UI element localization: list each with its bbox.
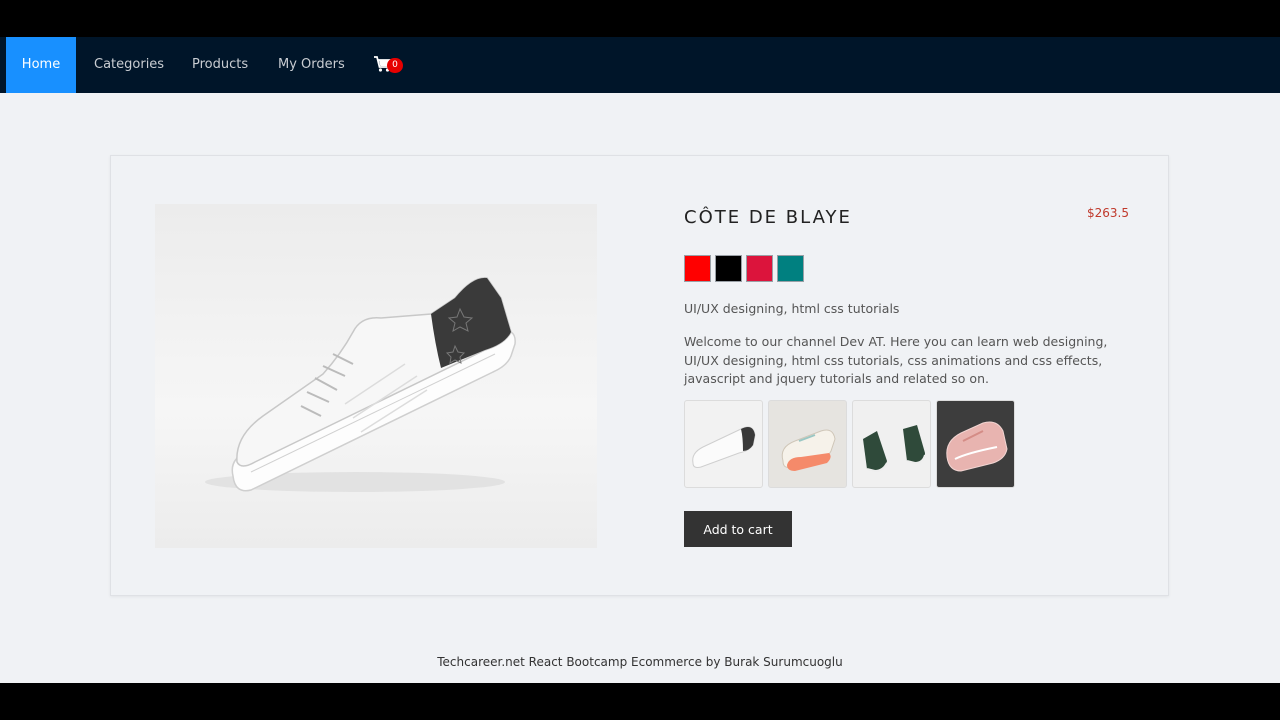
color-swatch-crimson[interactable] xyxy=(746,255,773,282)
product-title: CÔTE DE BLAYE xyxy=(684,207,852,228)
product-main-image xyxy=(155,204,597,548)
product-thumbnail-4[interactable] xyxy=(936,400,1015,488)
nav-my-orders[interactable]: My Orders xyxy=(278,37,345,93)
product-price: $263.5 xyxy=(1087,206,1129,220)
nav-products[interactable]: Products xyxy=(192,37,248,93)
top-navbar: Home Categories Products My Orders 0 xyxy=(0,37,1280,93)
color-swatch-red[interactable] xyxy=(684,255,711,282)
color-swatch-black[interactable] xyxy=(715,255,742,282)
color-swatch-teal[interactable] xyxy=(777,255,804,282)
cart-button[interactable]: 0 xyxy=(374,37,406,93)
add-to-cart-button[interactable]: Add to cart xyxy=(684,511,792,547)
product-card: CÔTE DE BLAYE $263.5 UI/UX designing, ht… xyxy=(110,155,1169,596)
nav-categories[interactable]: Categories xyxy=(94,37,164,93)
product-thumbnail-1[interactable] xyxy=(684,400,763,488)
product-subtitle: UI/UX designing, html css tutorials xyxy=(684,301,900,316)
app-frame: Home Categories Products My Orders 0 CÔT… xyxy=(0,37,1280,683)
cart-count-badge: 0 xyxy=(387,58,403,73)
product-thumbnail-2[interactable] xyxy=(768,400,847,488)
footer-credit: Techcareer.net React Bootcamp Ecommerce … xyxy=(437,655,843,669)
nav-home[interactable]: Home xyxy=(6,37,76,93)
product-thumbnail-3[interactable] xyxy=(852,400,931,488)
product-description: Welcome to our channel Dev AT. Here you … xyxy=(684,334,1108,386)
